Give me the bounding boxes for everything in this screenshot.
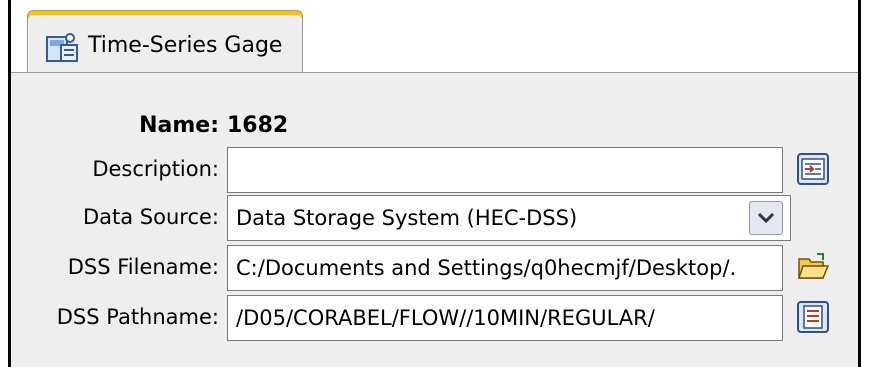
gage-editor-window: Time-Series Gage Name: 1682 Description:… (0, 0, 871, 367)
data-source-dropdown-button[interactable] (749, 201, 783, 235)
text-editor-icon (797, 153, 829, 185)
dss-filename-label: DSS Filename: (67, 255, 219, 279)
tab-label: Time-Series Gage (88, 33, 283, 58)
dss-pathname-label: DSS Pathname: (56, 305, 219, 329)
gage-properties-panel: Name: 1682 Description: Data Source: Dat… (11, 72, 858, 367)
open-folder-icon (797, 253, 830, 279)
description-field[interactable] (227, 147, 783, 193)
name-value: 1682 (227, 113, 289, 138)
dss-pathname-field[interactable]: /D05/CORABEL/FLOW//10MIN/REGULAR/ (227, 295, 783, 341)
description-editor-button[interactable] (797, 153, 829, 185)
catalog-list-icon (797, 301, 829, 333)
window-border-right (858, 0, 861, 367)
gage-icon (46, 33, 80, 63)
dss-filename-field[interactable]: C:/Documents and Settings/q0hecmjf/Deskt… (227, 245, 783, 291)
chevron-down-icon (757, 212, 775, 224)
name-label: Name: (139, 113, 219, 138)
tab-strip: Time-Series Gage (11, 0, 858, 74)
select-pathname-button[interactable] (797, 301, 829, 333)
data-source-select[interactable]: Data Storage System (HEC-DSS) (227, 195, 791, 241)
tab-time-series-gage[interactable]: Time-Series Gage (27, 10, 303, 72)
description-label: Description: (92, 157, 219, 181)
data-source-label: Data Source: (82, 205, 219, 229)
browse-dss-file-button[interactable] (797, 251, 830, 283)
